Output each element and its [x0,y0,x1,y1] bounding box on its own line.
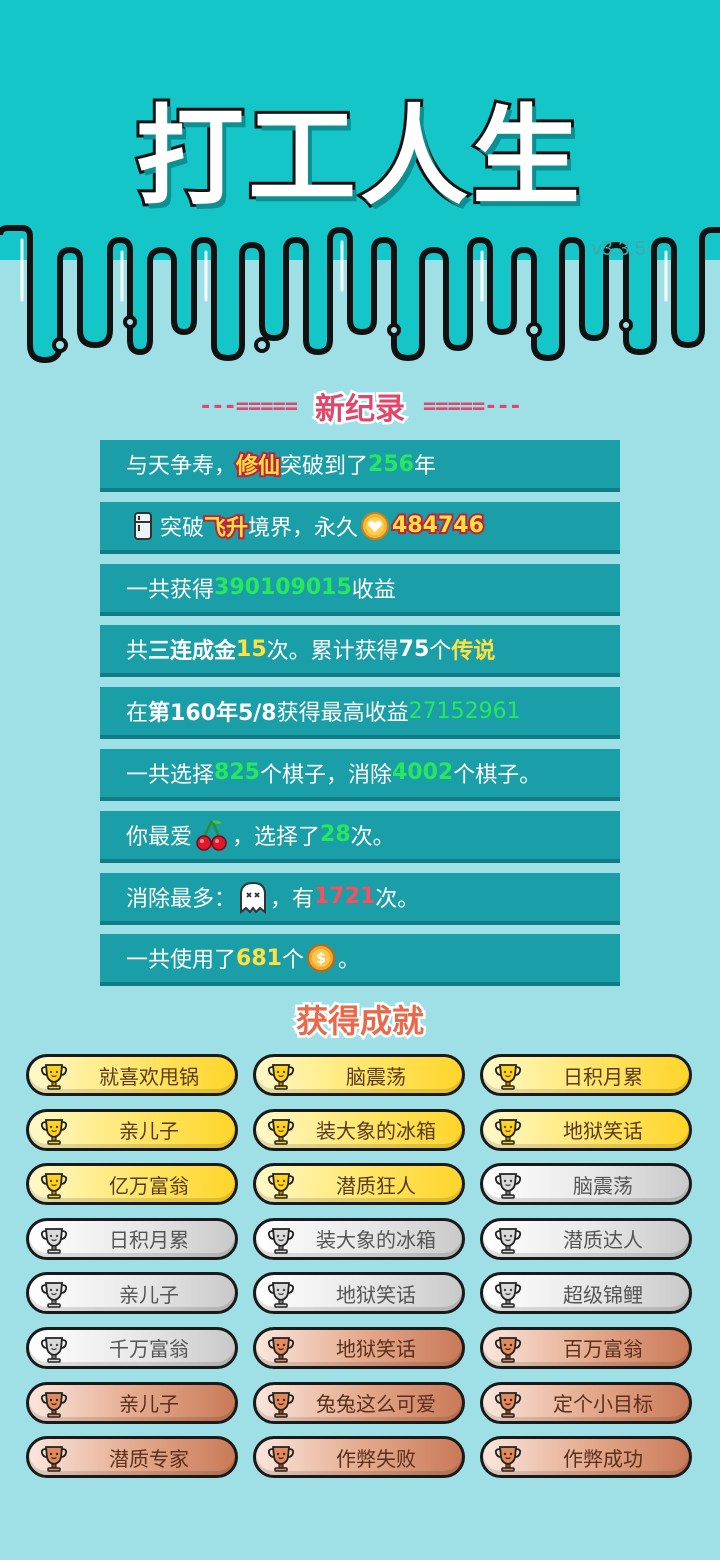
trophy-icon [40,1118,68,1145]
achievement-badge[interactable]: 亲儿子 [26,1108,238,1151]
achievement-badge[interactable]: 千万富翁 [26,1326,238,1369]
trophy-icon [40,1391,68,1418]
achievements-grid: 就喜欢甩锅 脑震荡 日积月累 亲儿子 装大象的冰箱 地狱笑话 亿万富翁 潜质狂人… [26,1054,694,1479]
achievement-badge[interactable]: 亲儿子 [26,1381,238,1424]
record-title-label: 新纪录 [313,390,408,430]
trophy-icon [494,1118,522,1145]
trophy-icon [267,1227,295,1254]
heart-coin-icon [361,511,390,540]
trophy-icon [494,1282,522,1309]
record-dash-left: ---===== [199,393,298,419]
achievement-badge[interactable]: 脑震荡 [480,1163,692,1206]
trophy-icon [40,1064,68,1090]
achievements-title: 获得成就 [293,1000,426,1043]
achievement-badge[interactable]: 就喜欢甩锅 [26,1054,238,1096]
achievement-badge[interactable]: 日积月累 [480,1054,692,1096]
ghost-icon [240,881,267,914]
achievement-badge[interactable]: 百万富翁 [480,1326,692,1369]
hero-banner: 打工人生 v3.3.5 [0,0,720,380]
achievement-badge[interactable]: 地狱笑话 [253,1272,465,1315]
achievement-badge[interactable]: 潜质达人 [480,1217,692,1260]
stat-row-coins-used: 一共使用了 681 个 $ 。 [100,934,620,987]
achievement-badge[interactable]: 作弊失败 [253,1436,465,1479]
stat-row-total-income: 一共获得 390109015 收益 [100,563,620,616]
game-title: 打工人生 [133,92,584,223]
trophy-icon [267,1337,295,1363]
stat-row-most-eliminated: 消除最多： ，有 1721 次。 [100,872,620,925]
achievement-badge[interactable]: 作弊成功 [480,1436,692,1479]
trophy-icon [267,1446,295,1472]
trophy-icon [40,1227,68,1254]
trophy-icon [494,1446,522,1472]
trophy-icon [494,1064,522,1090]
cherry-icon [196,820,227,851]
dollar-coin-icon: $ [306,944,335,973]
stat-row-triple-gold: 共三连成金 15 次。累计获得 75 个传说 [100,625,620,678]
new-record-header: ---===== 新纪录 =====--- [0,384,720,430]
achievement-badge[interactable]: 装大象的冰箱 [253,1108,465,1151]
achievement-badge[interactable]: 超级锦鲤 [480,1272,692,1315]
trophy-icon [267,1173,295,1199]
trophy-icon [40,1446,68,1472]
trophy-icon [267,1282,295,1309]
stat-row-lifespan: 与天争寿， 修仙 突破到了 256 年 [100,440,620,492]
achievement-badge[interactable]: 脑震荡 [253,1054,465,1096]
stats-list: 与天争寿， 修仙 突破到了 256 年 突破 飞升 境界，永久 484746 一共获得 390… [100,440,620,996]
achievement-badge[interactable]: 地狱笑话 [253,1326,465,1369]
trophy-icon [494,1391,522,1418]
achievement-badge[interactable]: 装大象的冰箱 [253,1217,465,1260]
stat-row-best-income: 在 第160年5/8 获得最高收益 27152961 [100,687,620,740]
record-dash-right: =====--- [423,393,522,419]
trophy-icon [494,1227,522,1254]
achievement-badge[interactable]: 潜质狂人 [253,1163,465,1206]
trophy-icon [494,1173,522,1199]
achievement-badge[interactable]: 地狱笑话 [480,1108,692,1151]
stat-row-ascension: 突破 飞升 境界，永久 484746 [100,501,620,554]
trophy-icon [267,1391,295,1418]
achievement-badge[interactable]: 日积月累 [26,1217,238,1260]
achievement-badge[interactable]: 兔兔这么可爱 [253,1381,465,1424]
trophy-icon [267,1118,295,1145]
trophy-icon [40,1337,68,1363]
stat-row-pieces: 一共选择 825 个棋子，消除 4002 个棋子。 [100,748,620,801]
trophy-icon [40,1282,68,1309]
fridge-icon [134,511,152,540]
stat-row-favorite: 你最爱 ，选择了 28 次。 [100,810,620,863]
trophy-icon [494,1337,522,1363]
svg-text:$: $ [316,951,326,967]
version-label: v3.3.5 [591,238,646,260]
achievement-badge[interactable]: 亿万富翁 [26,1163,238,1206]
achievement-badge[interactable]: 潜质专家 [26,1436,238,1479]
achievement-badge[interactable]: 亲儿子 [26,1272,238,1315]
achievement-badge[interactable]: 定个小目标 [480,1381,692,1424]
trophy-icon [267,1064,295,1090]
trophy-icon [40,1173,68,1199]
